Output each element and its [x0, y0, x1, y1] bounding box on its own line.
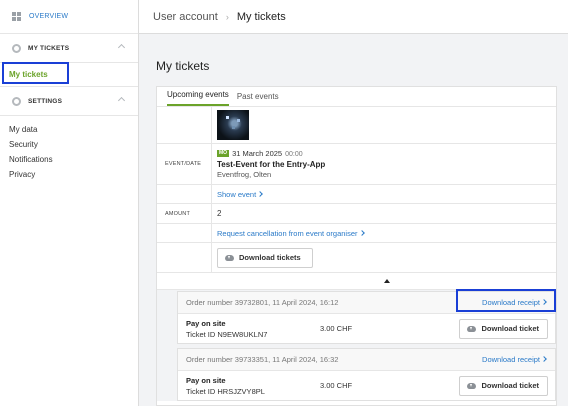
sidebar-my-tickets-wrap: My tickets [0, 62, 138, 87]
tickets-card: Upcoming events Past events EVENT/DATE M… [156, 86, 557, 406]
highlight-box [456, 289, 556, 312]
event-time: 00:00 [285, 151, 303, 158]
order-number: Order number 39733351, 11 April 2024, 16… [186, 355, 339, 364]
cloud-download-icon [225, 254, 234, 261]
chevron-up-icon[interactable] [117, 96, 126, 105]
download-ticket-button[interactable]: Download ticket [459, 318, 548, 339]
sidebar-item-security[interactable]: Security [0, 137, 138, 152]
tab-upcoming-events[interactable]: Upcoming events [167, 90, 229, 106]
amount-row: AMOUNT 2 [157, 204, 556, 224]
download-tickets-row: Download tickets [157, 243, 556, 273]
orders-list: Order number 39732801, 11 April 2024, 16… [157, 289, 556, 401]
breadcrumb-current: My tickets [236, 10, 286, 23]
order-header: Order number 39733351, 11 April 2024, 16… [178, 349, 555, 371]
order-item: Order number 39733351, 11 April 2024, 16… [177, 348, 556, 401]
ticket-price: 3.00 CHF [320, 381, 353, 390]
order-ticket: Pay on site Ticket ID N9EW8UKLN7 3.00 CH… [178, 314, 555, 343]
download-receipt-link[interactable]: Download receipt [482, 355, 547, 364]
ticket-price: 3.00 CHF [320, 324, 353, 333]
sidebar-section-label: SETTINGS [28, 97, 63, 105]
tab-past-events[interactable]: Past events [237, 92, 279, 106]
event-thumbnail[interactable] [217, 110, 249, 140]
cloud-download-icon [467, 382, 477, 389]
download-ticket-button[interactable]: Download ticket [459, 375, 548, 396]
show-event-row: Show event [157, 185, 556, 204]
breadcrumb-parent[interactable]: User account [153, 11, 218, 23]
sidebar-item-my-data[interactable]: My data [0, 122, 138, 137]
sidebar-overview-label: OVERVIEW [29, 13, 69, 20]
weekday-badge: MO [217, 150, 230, 158]
ticket-id: Ticket ID HRSJZVY8PL [186, 386, 265, 396]
amount-label: AMOUNT [157, 204, 212, 223]
grid-icon [12, 11, 22, 22]
sidebar-section-my-tickets[interactable]: MY TICKETS [0, 34, 138, 63]
chevron-right-icon [541, 356, 547, 362]
collapse-toggle[interactable] [157, 273, 556, 290]
event-date-row: EVENT/DATE MO 31 March 2025 00:00 Test-Eve… [157, 144, 556, 185]
sidebar-section-label: MY TICKETS [28, 44, 70, 52]
amount-value: 2 [217, 209, 222, 218]
event-date: 31 March 2025 [232, 149, 283, 158]
ticket-id: Ticket ID N9EW8UKLN7 [186, 329, 268, 339]
sidebar-item-privacy[interactable]: Privacy [0, 167, 138, 182]
show-event-link[interactable]: Show event [217, 190, 556, 199]
highlight-box [2, 62, 69, 84]
chevron-right-icon: › [225, 11, 229, 22]
tab-bar: Upcoming events Past events [157, 87, 556, 107]
order-item: Order number 39732801, 11 April 2024, 16… [177, 289, 556, 344]
chevron-right-icon [257, 190, 264, 197]
cancel-request-link[interactable]: Request cancellation from event organise… [217, 229, 556, 238]
cancel-row: Request cancellation from event organise… [157, 224, 556, 243]
sidebar-section-settings[interactable]: SETTINGS [0, 87, 138, 116]
caret-up-icon [383, 279, 390, 283]
event-date-label: EVENT/DATE [157, 144, 212, 184]
event-location: Eventfrog, Olten [217, 170, 272, 179]
gear-icon [12, 43, 21, 53]
sidebar: OVERVIEW MY TICKETS My tickets SETTINGS … [0, 0, 139, 406]
sidebar-overview[interactable]: OVERVIEW [0, 0, 138, 34]
payment-method: Pay on site [186, 318, 226, 328]
payment-method: Pay on site [186, 375, 226, 385]
order-header: Order number 39732801, 11 April 2024, 16… [178, 289, 556, 314]
cloud-download-icon [467, 325, 477, 332]
sidebar-settings-list: My data Security Notifications Privacy [0, 116, 138, 182]
gear-icon [12, 96, 21, 106]
download-tickets-button[interactable]: Download tickets [217, 247, 313, 268]
event-image-row [157, 107, 556, 144]
breadcrumb: User account › My tickets [139, 0, 568, 34]
page-title: My tickets [156, 59, 210, 73]
chevron-up-icon[interactable] [117, 43, 126, 52]
sidebar-item-notifications[interactable]: Notifications [0, 152, 138, 167]
order-number: Order number 39732801, 11 April 2024, 16… [186, 298, 339, 307]
chevron-right-icon [358, 229, 365, 236]
event-name: Test-Event for the Entry-App [217, 160, 326, 169]
order-ticket: Pay on site Ticket ID HRSJZVY8PL 3.00 CH… [178, 371, 555, 400]
